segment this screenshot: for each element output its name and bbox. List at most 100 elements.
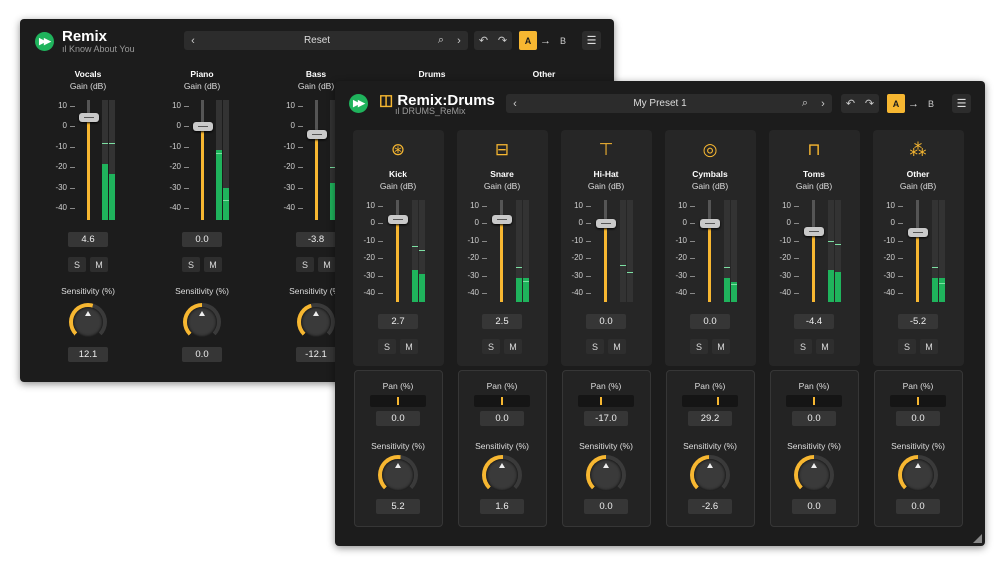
scale-label: -20 [55,162,67,172]
mute-button[interactable]: M [400,339,418,354]
fader-thumb[interactable] [804,227,824,237]
solo-button[interactable]: S [898,339,916,354]
pan-slider[interactable] [370,395,426,407]
mute-button[interactable]: M [608,339,626,354]
gain-value[interactable]: -4.4 [794,314,834,329]
mute-button[interactable]: M [318,257,336,272]
sensitivity-value[interactable]: 0.0 [792,499,836,514]
fader-thumb[interactable] [79,113,99,123]
pan-label: Pan (%) [486,381,518,391]
gain-value[interactable]: 0.0 [690,314,730,329]
menu-icon[interactable]: ☰ [582,31,601,50]
mute-button[interactable]: M [90,257,108,272]
chevron-right-icon[interactable]: › [450,31,468,50]
resize-handle[interactable] [973,534,982,543]
fader-thumb[interactable] [908,228,928,238]
search-icon[interactable]: ⌕ [432,31,450,50]
sensitivity-knob[interactable] [183,303,221,341]
a-button[interactable]: A [519,31,537,50]
solo-button[interactable]: S [586,339,604,354]
sensitivity-value[interactable]: 5.2 [376,499,420,514]
logo-icon[interactable]: ▶▶ [35,32,54,51]
pan-value[interactable]: -17.0 [584,411,628,426]
mute-button[interactable]: M [204,257,222,272]
gain-value[interactable]: 4.6 [68,232,108,247]
sensitivity-knob[interactable] [69,303,107,341]
menu-icon[interactable]: ☰ [952,94,971,113]
gain-value[interactable]: 0.0 [182,232,222,247]
scale-tick [184,167,189,169]
a-button[interactable]: A [887,94,905,113]
gain-value[interactable]: 2.5 [482,314,522,329]
undo-icon[interactable]: ↶ [846,97,855,110]
solo-button[interactable]: S [690,339,708,354]
sensitivity-knob[interactable] [297,303,335,341]
arrow-right-icon[interactable]: → [908,98,919,110]
solo-button[interactable]: S [378,339,396,354]
sensitivity-value[interactable]: -2.6 [688,499,732,514]
solo-button[interactable]: S [482,339,500,354]
sensitivity-knob[interactable] [794,455,834,495]
sensitivity-knob[interactable] [378,455,418,495]
sensitivity-value[interactable]: 12.1 [68,347,108,362]
scale-label: -10 [675,235,687,245]
pan-value[interactable]: 0.0 [792,411,836,426]
knob-cap [798,459,830,491]
chevron-right-icon[interactable]: › [814,94,832,113]
sensitivity-knob[interactable] [898,455,938,495]
pan-slider[interactable] [578,395,634,407]
solo-button[interactable]: S [794,339,812,354]
redo-icon[interactable]: ↷ [865,97,874,110]
pan-slider[interactable] [786,395,842,407]
preset-selector[interactable]: ‹ Reset ⌕ › [184,31,468,50]
gain-value[interactable]: 0.0 [586,314,626,329]
solo-button[interactable]: S [68,257,86,272]
scale-tick [690,206,695,207]
sensitivity-knob[interactable] [482,455,522,495]
undo-icon[interactable]: ↶ [479,34,488,47]
fader-thumb[interactable] [388,214,408,224]
chevron-left-icon[interactable]: ‹ [506,94,524,113]
mute-button[interactable]: M [712,339,730,354]
search-icon[interactable]: ⌕ [796,94,814,113]
pan-value[interactable]: 0.0 [376,411,420,426]
mute-button[interactable]: M [920,339,938,354]
fader-thumb[interactable] [596,219,616,229]
pan-slider[interactable] [474,395,530,407]
gain-value[interactable]: -5.2 [898,314,938,329]
fader-fill [315,134,318,220]
gain-value[interactable]: -3.8 [296,232,336,247]
gain-value[interactable]: 2.7 [378,314,418,329]
sensitivity-label: Sensitivity (%) [61,286,115,296]
scale-tick [298,208,303,209]
sensitivity-value[interactable]: 1.6 [480,499,524,514]
preset-selector[interactable]: ‹ My Preset 1 ⌕ › [506,94,832,113]
chevron-left-icon[interactable]: ‹ [184,31,202,50]
mute-button[interactable]: M [504,339,522,354]
drums-header: ▶▶ ◫ Remix:Drums ıl DRUMS_ReMix ‹ My Pre… [335,81,985,125]
pan-slider[interactable] [890,395,946,407]
sensitivity-value[interactable]: 0.0 [896,499,940,514]
fader-thumb[interactable] [492,215,512,225]
mute-button[interactable]: M [816,339,834,354]
sensitivity-value[interactable]: 0.0 [182,347,222,362]
b-button[interactable]: B [922,94,940,113]
redo-icon[interactable]: ↷ [498,34,507,47]
fader-thumb[interactable] [307,130,327,140]
arrow-right-icon[interactable]: → [540,35,551,47]
sensitivity-value[interactable]: -12.1 [296,347,336,362]
pan-value[interactable]: 29.2 [688,411,732,426]
fader-thumb[interactable] [700,219,720,229]
pan-value[interactable]: 0.0 [896,411,940,426]
sensitivity-knob[interactable] [690,455,730,495]
scale-tick [298,187,303,189]
solo-button[interactable]: S [182,257,200,272]
sensitivity-value[interactable]: 0.0 [584,499,628,514]
pan-value[interactable]: 0.0 [480,411,524,426]
pan-slider[interactable] [682,395,738,407]
sensitivity-knob[interactable] [586,455,626,495]
solo-button[interactable]: S [296,257,314,272]
logo-icon[interactable]: ▶▶ [349,94,368,113]
b-button[interactable]: B [554,31,572,50]
fader-thumb[interactable] [193,122,213,132]
